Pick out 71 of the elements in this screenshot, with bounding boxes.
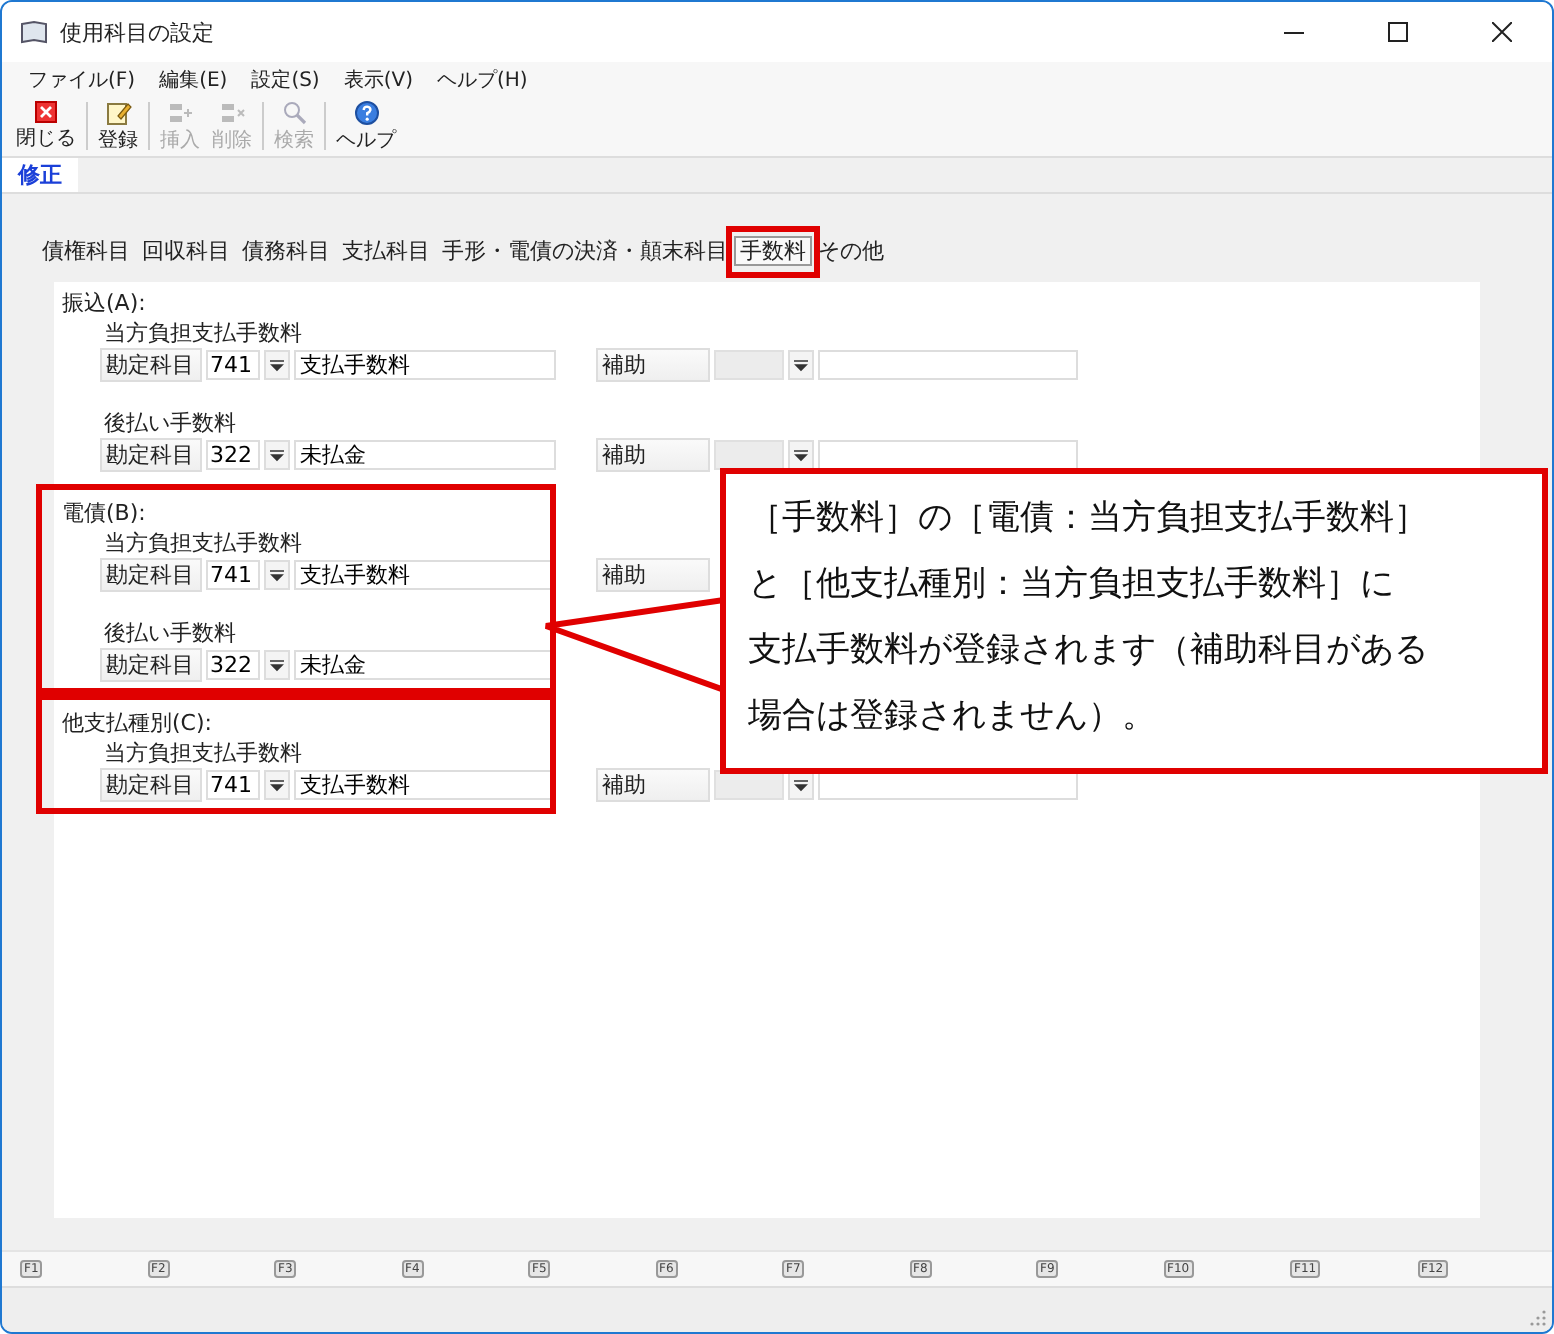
group-title: 当方負担支払手数料 — [102, 738, 304, 768]
field-label: 勘定科目 — [100, 648, 202, 682]
toolbar-button[interactable]: ヘルプ — [330, 99, 402, 153]
tab[interactable]: 回収科目 — [136, 235, 236, 265]
account-name-field[interactable]: 支払手数料 — [294, 770, 556, 800]
input-field[interactable] — [818, 350, 1078, 380]
insert-icon — [167, 99, 193, 125]
toolbar-button[interactable]: 閉じる — [10, 100, 82, 152]
disabled-field — [714, 440, 784, 470]
account-name-field[interactable]: 支払手数料 — [294, 350, 556, 380]
field-label: 補助 — [596, 768, 710, 802]
tab[interactable]: その他 — [812, 235, 890, 265]
maximize-icon[interactable] — [1388, 22, 1408, 42]
menu-item[interactable]: ヘルプ(H) — [437, 65, 528, 93]
toolbar-button[interactable]: 登録 — [92, 99, 144, 153]
app-icon — [20, 20, 48, 44]
dropdown-button[interactable] — [788, 440, 814, 470]
account-name-field[interactable]: 支払手数料 — [294, 560, 556, 590]
tab[interactable]: 手数料 — [734, 235, 812, 265]
code-field[interactable]: 741 — [206, 560, 260, 590]
delete-icon — [219, 99, 245, 125]
field-label: 勘定科目 — [100, 768, 202, 802]
dropdown-button[interactable] — [264, 650, 290, 680]
close-icon[interactable] — [1492, 22, 1512, 42]
menu-item[interactable]: 設定(S) — [251, 65, 320, 93]
code-field[interactable]: 741 — [206, 770, 260, 800]
disabled-field — [714, 350, 784, 380]
menu-item[interactable]: 編集(E) — [159, 65, 228, 93]
section-label: 振込(A): — [62, 290, 148, 318]
mode-tab[interactable]: 修正 — [2, 158, 78, 192]
field-label: 補助 — [596, 558, 710, 592]
dropdown-button[interactable] — [264, 560, 290, 590]
search-icon — [281, 99, 307, 125]
menu-item[interactable]: 表示(V) — [343, 65, 413, 93]
code-field[interactable]: 322 — [206, 650, 260, 680]
dropdown-icon — [270, 779, 284, 791]
dropdown-icon — [270, 659, 284, 671]
notepad-icon — [105, 99, 131, 125]
field-label: 補助 — [596, 438, 710, 472]
tab[interactable]: 債権科目 — [36, 235, 136, 265]
dropdown-button[interactable] — [264, 440, 290, 470]
input-field[interactable] — [818, 440, 1078, 470]
dropdown-icon — [270, 569, 284, 581]
window-title: 使用科目の設定 — [60, 17, 214, 47]
dropdown-icon — [794, 779, 808, 791]
field-label: 補助 — [596, 348, 710, 382]
field-label: 勘定科目 — [100, 438, 202, 472]
dropdown-button[interactable] — [264, 350, 290, 380]
code-field[interactable]: 741 — [206, 350, 260, 380]
section-label: 他支払種別(C): — [62, 710, 214, 738]
field-label: 勘定科目 — [100, 348, 202, 382]
menu-item[interactable]: ファイル(F) — [28, 65, 136, 93]
field-label: 勘定科目 — [100, 558, 202, 592]
dropdown-icon — [270, 449, 284, 461]
dropdown-icon — [794, 449, 808, 461]
code-field[interactable]: 322 — [206, 440, 260, 470]
group-title: 当方負担支払手数料 — [102, 528, 304, 558]
dropdown-icon — [794, 359, 808, 371]
dropdown-button[interactable] — [788, 350, 814, 380]
tab[interactable]: 手形・電債の決済・顛末科目 — [436, 235, 734, 265]
group-title: 後払い手数料 — [102, 618, 238, 648]
callout-text: ［手数料］の［電債：当方負担支払手数料］ と［他支払種別：当方負担支払手数料］に 支払手数料が登録されます（補助科目がある 場合は登録されません）。 — [748, 496, 1428, 740]
section-label: 電債(B): — [62, 500, 148, 528]
dropdown-icon — [270, 359, 284, 371]
account-name-field[interactable]: 未払金 — [294, 440, 556, 470]
dropdown-button[interactable] — [264, 770, 290, 800]
group-title: 後払い手数料 — [102, 408, 238, 438]
group-title: 当方負担支払手数料 — [102, 318, 304, 348]
tab[interactable]: 支払科目 — [336, 235, 436, 265]
resize-grip-icon[interactable] — [1530, 1310, 1546, 1326]
tab[interactable]: 債務科目 — [236, 235, 336, 265]
